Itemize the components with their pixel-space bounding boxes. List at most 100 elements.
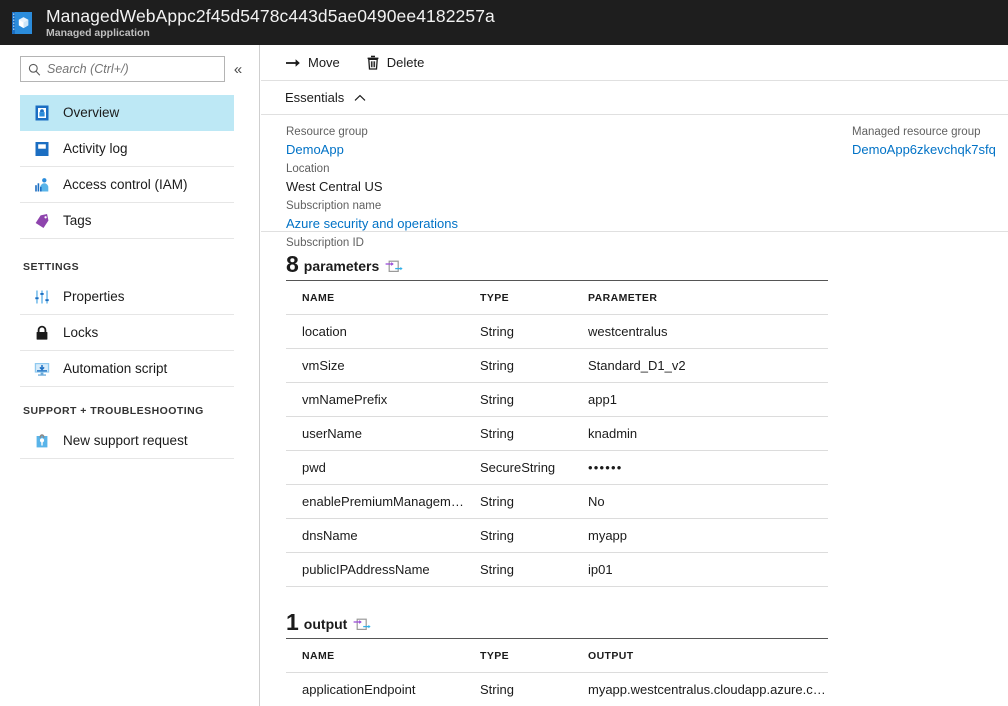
sidebar-item-label: Access control (IAM) (63, 176, 188, 194)
resource-group-link[interactable]: DemoApp (286, 140, 458, 160)
table-header-row: NAME TYPE PARAMETER (286, 281, 828, 315)
param-name: publicIPAddressName (286, 553, 464, 587)
essentials-right-column: Managed resource group DemoApp6zkevchqk7… (852, 124, 996, 161)
param-name: vmNamePrefix (286, 383, 464, 417)
sidebar-item-label: Activity log (63, 140, 128, 158)
sidebar-nav: Overview Activity log Access control (IA… (0, 95, 259, 459)
param-type: String (464, 519, 572, 553)
sidebar-item-tags[interactable]: Tags (20, 203, 234, 239)
output-word: output (304, 615, 348, 634)
param-type: String (464, 315, 572, 349)
table-row[interactable]: applicationEndpoint String myapp.westcen… (286, 673, 828, 706)
managed-application-icon (9, 10, 35, 36)
essentials-key: Subscription name (286, 198, 458, 214)
move-button[interactable]: Move (285, 55, 340, 70)
output-section: 1 output NAME TYPE OUTPUT appl (261, 610, 1008, 706)
essentials-label: Essentials (285, 90, 344, 105)
output-type: String (464, 673, 572, 706)
sidebar-item-label: Automation script (63, 360, 167, 378)
trash-icon (366, 55, 380, 70)
param-value: knadmin (572, 417, 828, 451)
sidebar-item-label: Locks (63, 324, 98, 342)
sidebar-item-properties[interactable]: Properties (20, 279, 234, 315)
param-name: enablePremiumManagem… (286, 485, 464, 519)
sidebar-item-overview[interactable]: Overview (20, 95, 234, 131)
sidebar-item-access-control[interactable]: Access control (IAM) (20, 167, 234, 203)
output-count: 1 (286, 610, 299, 634)
output-value: myapp.westcentralus.cloudapp.azure.com (572, 673, 828, 706)
column-header-name: NAME (286, 639, 464, 673)
tag-icon (33, 212, 51, 230)
param-name: location (286, 315, 464, 349)
overview-icon (33, 104, 51, 122)
table-row[interactable]: pwd SecureString •••••• (286, 451, 828, 485)
essentials-toggle[interactable]: Essentials (261, 81, 1008, 115)
automation-script-icon (33, 360, 51, 378)
search-box[interactable] (20, 56, 225, 82)
table-row[interactable]: location String westcentralus (286, 315, 828, 349)
title-bar: ManagedWebAppc2f45d5478c443d5ae0490ee418… (0, 0, 1008, 45)
essentials-key: Resource group (286, 124, 458, 140)
param-value-masked: •••••• (572, 451, 828, 485)
sidebar-item-new-support-request[interactable]: New support request (20, 423, 234, 459)
essentials-key: Location (286, 161, 458, 177)
sidebar: « Overview Activity log (0, 45, 260, 706)
table-row[interactable]: vmNamePrefix String app1 (286, 383, 828, 417)
table-row[interactable]: dnsName String myapp (286, 519, 828, 553)
move-label: Move (308, 55, 340, 70)
table-header-row: NAME TYPE OUTPUT (286, 639, 828, 673)
table-row[interactable]: vmSize String Standard_D1_v2 (286, 349, 828, 383)
table-row[interactable]: enablePremiumManagem… String No (286, 485, 828, 519)
page-subtitle: Managed application (46, 27, 495, 40)
sidebar-item-label: Overview (63, 104, 119, 122)
sidebar-item-automation-script[interactable]: Automation script (20, 351, 234, 387)
param-type: String (464, 383, 572, 417)
param-value: westcentralus (572, 315, 828, 349)
sidebar-group-support: SUPPORT + TROUBLESHOOTING (23, 405, 259, 417)
essentials-key: Subscription ID (286, 235, 458, 251)
essentials-left-column: Resource group DemoApp Location West Cen… (286, 124, 458, 270)
sidebar-search-row: « (0, 45, 259, 82)
access-control-icon (33, 176, 51, 194)
param-name: userName (286, 417, 464, 451)
delete-label: Delete (387, 55, 425, 70)
managed-resource-group-link[interactable]: DemoApp6zkevchqk7sfq (852, 140, 996, 160)
param-name: dnsName (286, 519, 464, 553)
search-icon (28, 63, 41, 76)
parameters-table: NAME TYPE PARAMETER location String west… (286, 281, 828, 587)
param-value: myapp (572, 519, 828, 553)
sidebar-item-locks[interactable]: Locks (20, 315, 234, 351)
sidebar-item-label: New support request (63, 432, 188, 450)
output-table: NAME TYPE OUTPUT applicationEndpoint Str… (286, 639, 828, 706)
essentials-panel: Resource group DemoApp Location West Cen… (261, 115, 1008, 232)
sidebar-collapse-button[interactable]: « (225, 56, 251, 82)
param-value: No (572, 485, 828, 519)
subscription-name-link[interactable]: Azure security and operations (286, 214, 458, 234)
param-type: SecureString (464, 451, 572, 485)
delete-button[interactable]: Delete (366, 55, 425, 70)
param-value: ip01 (572, 553, 828, 587)
param-value: app1 (572, 383, 828, 417)
param-value: Standard_D1_v2 (572, 349, 828, 383)
column-header-name: NAME (286, 281, 464, 315)
param-name: pwd (286, 451, 464, 485)
table-row[interactable]: userName String knadmin (286, 417, 828, 451)
arrow-right-icon (285, 56, 301, 70)
title-bar-text: ManagedWebAppc2f45d5478c443d5ae0490ee418… (46, 6, 495, 40)
content-area: Move Delete Essentials Resource group De… (261, 45, 1008, 706)
sidebar-item-label: Properties (63, 288, 125, 306)
parameters-section: 8 parameters NAME TYPE PARAMETER (261, 252, 1008, 587)
location-value: West Central US (286, 177, 458, 197)
column-header-output: OUTPUT (572, 639, 828, 673)
lock-icon (33, 324, 51, 342)
sidebar-group-settings: SETTINGS (23, 261, 259, 273)
subscription-id-value (286, 251, 458, 269)
essentials-key: Managed resource group (852, 124, 996, 140)
table-row[interactable]: publicIPAddressName String ip01 (286, 553, 828, 587)
column-header-type: TYPE (464, 639, 572, 673)
column-header-parameter: PARAMETER (572, 281, 828, 315)
sidebar-item-activity-log[interactable]: Activity log (20, 131, 234, 167)
search-input[interactable] (47, 62, 217, 76)
copy-to-clipboard-icon[interactable] (353, 617, 371, 632)
sliders-icon (33, 288, 51, 306)
